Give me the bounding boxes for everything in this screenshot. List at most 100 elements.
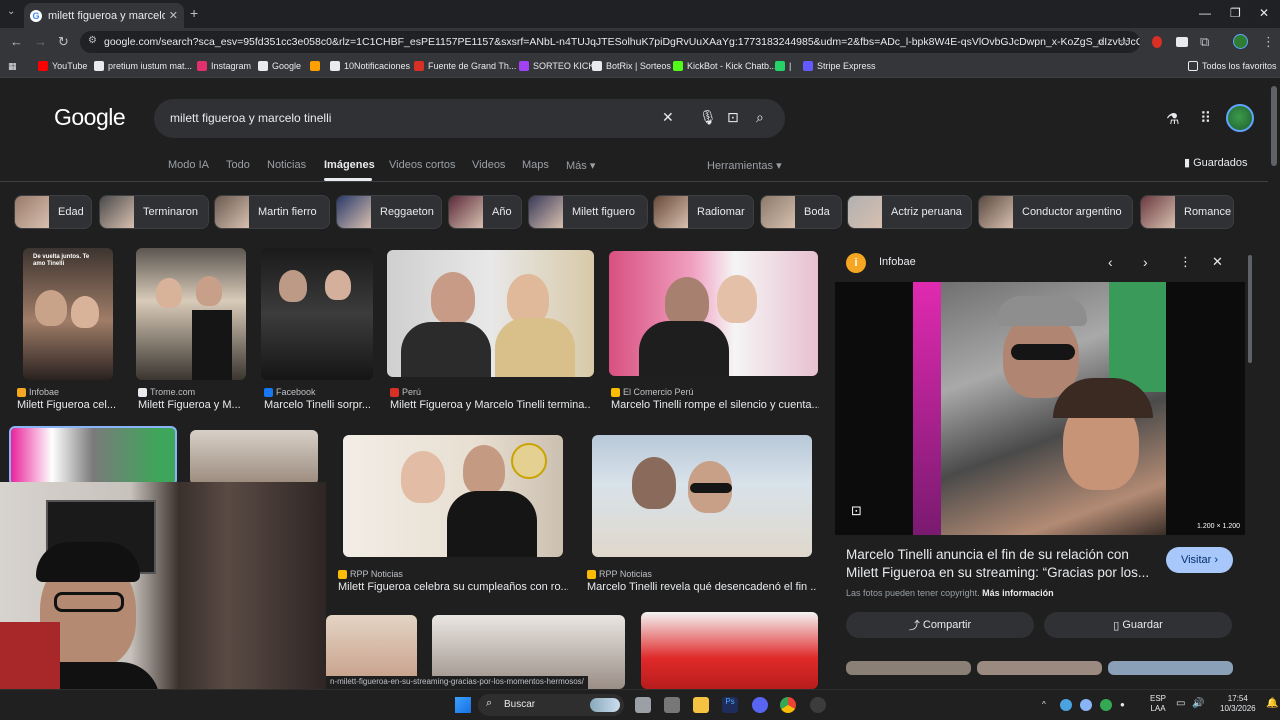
search-box[interactable]: milett figueroa y marcelo tinelli ✕ 🎙 ⊡ … bbox=[154, 99, 785, 138]
tab-1[interactable]: Todo bbox=[226, 159, 250, 171]
search-query-text[interactable]: milett figueroa y marcelo tinelli bbox=[170, 111, 331, 125]
saved-button[interactable]: ▮ Guardados bbox=[1184, 156, 1248, 169]
tab-2[interactable]: Noticias bbox=[267, 159, 306, 171]
clear-search-icon[interactable]: ✕ bbox=[662, 109, 674, 126]
tray-chevron-icon[interactable]: ^ bbox=[1042, 700, 1046, 710]
chip-filter[interactable]: Año bbox=[448, 195, 522, 229]
panel-title[interactable]: Marcelo Tinelli anuncia el fin de su rel… bbox=[846, 546, 1156, 582]
chip-filter[interactable]: Reggaeton bbox=[336, 195, 442, 229]
zoom-icon[interactable]: ⌕ bbox=[1097, 34, 1104, 49]
result-image-5[interactable] bbox=[609, 251, 818, 376]
result-caption[interactable]: Milett Figueroa y M... bbox=[138, 399, 248, 411]
related-image-3[interactable] bbox=[1108, 661, 1233, 675]
result-source[interactable]: El Comercio Perú bbox=[611, 387, 694, 397]
bookmark-item[interactable]: BotRix | Sorteos bbox=[592, 61, 671, 71]
save-button[interactable]: ▯ Guardar bbox=[1044, 612, 1232, 638]
account-avatar[interactable] bbox=[1226, 104, 1254, 132]
more-options-icon[interactable]: ⋮ bbox=[1179, 254, 1192, 270]
result-image-7[interactable] bbox=[190, 430, 318, 485]
result-caption[interactable]: Milett Figueroa y Marcelo Tinelli termin… bbox=[390, 399, 590, 411]
tab-5[interactable]: Videos bbox=[472, 159, 505, 171]
result-caption[interactable]: Marcelo Tinelli sorpr... bbox=[264, 399, 374, 411]
panel-source-name[interactable]: Infobae bbox=[879, 256, 916, 268]
photoshop-icon[interactable]: Ps bbox=[722, 697, 738, 713]
lens-icon[interactable]: ⊡ bbox=[851, 503, 862, 519]
all-bookmarks[interactable]: Todos los favoritos bbox=[1188, 61, 1277, 71]
tab-6[interactable]: Maps bbox=[522, 159, 549, 171]
page-scrollbar[interactable] bbox=[1271, 86, 1277, 166]
bookmark-item[interactable]: SORTEO KICK bbox=[519, 61, 594, 71]
bookmark-item[interactable]: Fuente de Grand Th... bbox=[414, 61, 516, 71]
clock[interactable]: 17:54 10/3/2026 bbox=[1220, 694, 1256, 714]
related-image-2[interactable] bbox=[977, 661, 1102, 675]
address-bar[interactable]: ⚙ google.com/search?sca_esv=95fd351cc3e0… bbox=[80, 31, 1140, 53]
chip-filter[interactable]: Edad bbox=[14, 195, 92, 229]
tray-app-icon-3[interactable]: ● bbox=[1120, 700, 1125, 710]
network-icon[interactable]: ▭ bbox=[1176, 699, 1185, 709]
discord-icon[interactable] bbox=[752, 697, 768, 713]
bookmark-item[interactable]: pretium iustum mat... bbox=[94, 61, 192, 71]
result-image-12[interactable] bbox=[641, 612, 818, 689]
close-window-icon[interactable]: ✕ bbox=[1259, 6, 1269, 20]
minimize-icon[interactable]: — bbox=[1199, 6, 1211, 20]
restore-icon[interactable]: ❐ bbox=[1230, 6, 1241, 20]
bookmark-item[interactable] bbox=[310, 61, 324, 71]
panel-scrollbar[interactable] bbox=[1248, 255, 1252, 363]
forward-icon[interactable]: → bbox=[34, 34, 47, 49]
chip-filter[interactable]: Boda bbox=[760, 195, 842, 229]
chip-filter[interactable]: Actriz peruana bbox=[847, 195, 972, 229]
voice-search-icon[interactable]: 🎙 bbox=[699, 109, 717, 126]
tab-search-icon[interactable]: ⌄ bbox=[7, 6, 15, 17]
tools-button[interactable]: Herramientas ▾ bbox=[707, 159, 782, 172]
chip-filter[interactable]: Terminaron bbox=[99, 195, 209, 229]
result-caption[interactable]: Milett Figueroa cel... bbox=[17, 399, 117, 411]
tab-4[interactable]: Videos cortos bbox=[389, 159, 455, 171]
result-image-4[interactable] bbox=[387, 250, 594, 377]
bookmark-item[interactable]: YouTube bbox=[38, 61, 87, 71]
result-source[interactable]: RPP Noticias bbox=[338, 569, 403, 579]
bookmark-item[interactable]: KickBot - Kick Chatb... bbox=[673, 61, 777, 71]
google-apps-icon[interactable]: ⠿ bbox=[1200, 109, 1211, 127]
language-indicator[interactable]: ESP LAA bbox=[1150, 694, 1166, 714]
extensions-puzzle-icon[interactable]: ⧉ bbox=[1200, 34, 1209, 50]
windows-start-icon[interactable] bbox=[455, 697, 471, 713]
onedrive-icon[interactable] bbox=[1080, 699, 1092, 711]
next-image-icon[interactable]: › bbox=[1143, 254, 1148, 270]
new-tab-icon[interactable]: + bbox=[190, 5, 198, 21]
chip-filter[interactable]: Martin fierro bbox=[214, 195, 330, 229]
result-image-1[interactable]: De vuelta juntos. Te amo Tinelli bbox=[23, 248, 113, 380]
labs-flask-icon[interactable]: ⚗ bbox=[1166, 110, 1179, 128]
app-icon[interactable] bbox=[664, 697, 680, 713]
more-info-link[interactable]: Más información bbox=[982, 588, 1054, 598]
volume-icon[interactable]: 🔊 bbox=[1192, 699, 1204, 709]
close-panel-icon[interactable]: ✕ bbox=[1212, 254, 1223, 270]
bookmark-item[interactable]: Stripe Express bbox=[803, 61, 876, 71]
search-icon[interactable]: ⌕ bbox=[756, 109, 764, 126]
preview-image[interactable] bbox=[913, 282, 1166, 535]
app-icon-2[interactable] bbox=[810, 697, 826, 713]
chip-filter[interactable]: Romance bbox=[1140, 195, 1234, 229]
reload-icon[interactable]: ↻ bbox=[58, 34, 69, 50]
tab-0[interactable]: Modo IA bbox=[168, 159, 209, 171]
extension-icon[interactable] bbox=[1176, 37, 1188, 47]
tab-3[interactable]: Imágenes bbox=[324, 159, 375, 171]
result-image-selected[interactable] bbox=[9, 426, 177, 486]
tray-app-icon[interactable] bbox=[1060, 699, 1072, 711]
result-image-3[interactable] bbox=[261, 248, 373, 380]
result-source[interactable]: Facebook bbox=[264, 387, 316, 397]
bookmark-star-icon[interactable]: ☆ bbox=[1118, 34, 1130, 50]
result-image-9[interactable] bbox=[592, 435, 812, 557]
visit-button[interactable]: Visitar › bbox=[1166, 547, 1233, 573]
site-info-icon[interactable]: ⚙ bbox=[88, 35, 97, 46]
chip-filter[interactable]: Radiomar bbox=[653, 195, 754, 229]
tray-app-icon-2[interactable] bbox=[1100, 699, 1112, 711]
extension-red-icon[interactable] bbox=[1152, 36, 1162, 48]
browser-tab[interactable]: G milett figueroa y marcelo tinelli ✕ bbox=[24, 3, 184, 28]
result-source[interactable]: Trome.com bbox=[138, 387, 195, 397]
close-tab-icon[interactable]: ✕ bbox=[169, 9, 178, 22]
related-image-1[interactable] bbox=[846, 661, 971, 675]
result-image-8[interactable] bbox=[343, 435, 563, 557]
notifications-icon[interactable]: 🔔 bbox=[1266, 699, 1278, 709]
profile-avatar-icon[interactable] bbox=[1233, 34, 1248, 49]
bookmark-item[interactable]: | bbox=[775, 61, 791, 71]
